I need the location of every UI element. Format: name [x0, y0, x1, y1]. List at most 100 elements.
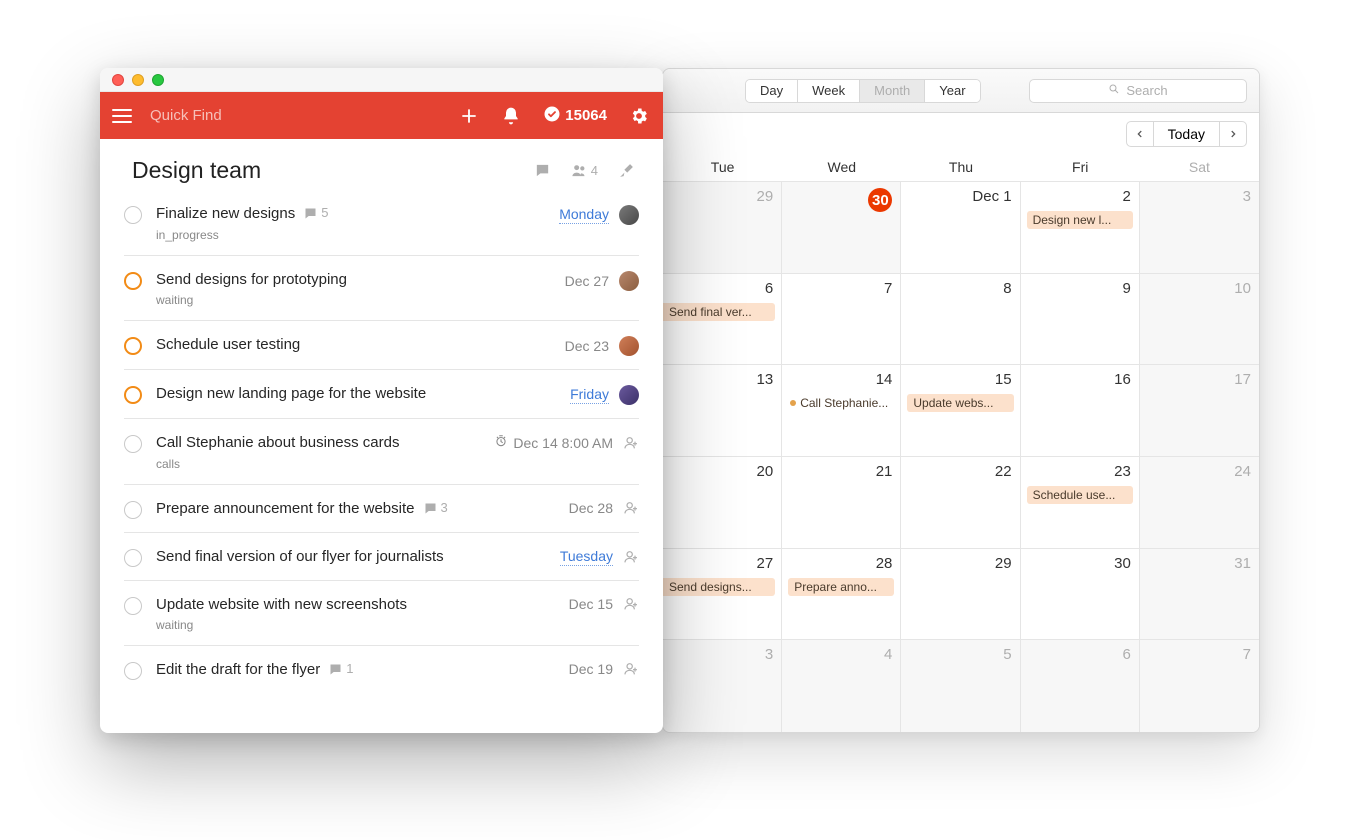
task-label[interactable]: in_progress — [156, 228, 545, 242]
view-day[interactable]: Day — [746, 80, 798, 102]
calendar-cell[interactable]: 31 — [1140, 549, 1259, 640]
task-date[interactable]: Dec 27 — [565, 273, 609, 289]
task-row[interactable]: Schedule user testingDec 23 — [124, 321, 639, 370]
task-checkbox[interactable] — [124, 662, 142, 680]
close-window-button[interactable] — [112, 74, 124, 86]
calendar-cell[interactable]: 29 — [663, 182, 782, 273]
calendar-cell[interactable]: 24 — [1140, 457, 1259, 548]
calendar-cell[interactable]: 16 — [1021, 365, 1140, 456]
calendar-event[interactable]: Call Stephanie... — [788, 394, 894, 412]
task-checkbox[interactable] — [124, 549, 142, 567]
calendar-cell[interactable]: 29 — [901, 549, 1020, 640]
task-row[interactable]: Design new landing page for the websiteF… — [124, 370, 639, 419]
prev-month-button[interactable] — [1126, 121, 1154, 147]
task-date[interactable]: Friday — [570, 386, 609, 404]
menu-icon[interactable] — [112, 109, 132, 123]
calendar-cell[interactable]: 3 — [1140, 182, 1259, 273]
task-comments[interactable]: 5 — [303, 205, 328, 222]
notifications-icon[interactable] — [501, 106, 521, 126]
calendar-cell[interactable]: 10 — [1140, 274, 1259, 365]
calendar-cell[interactable]: 9 — [1021, 274, 1140, 365]
calendar-event[interactable]: Design new l... — [1027, 211, 1133, 229]
task-row[interactable]: Update website with new screenshotswaiti… — [124, 581, 639, 647]
calendar-cell[interactable]: 6Send final ver... — [663, 274, 782, 365]
calendar-cell[interactable]: 8 — [901, 274, 1020, 365]
calendar-event[interactable]: Send designs... — [663, 578, 775, 596]
task-checkbox[interactable] — [124, 386, 142, 404]
project-comments-icon[interactable] — [534, 162, 551, 179]
assign-icon[interactable] — [623, 661, 639, 677]
calendar-cell[interactable]: 2Design new l... — [1021, 182, 1140, 273]
calendar-cell[interactable]: 14Call Stephanie... — [782, 365, 901, 456]
task-row[interactable]: Send final version of our flyer for jour… — [124, 533, 639, 581]
calendar-cell[interactable]: 7 — [782, 274, 901, 365]
task-row[interactable]: Send designs for prototypingwaitingDec 2… — [124, 256, 639, 322]
calendar-cell[interactable]: 21 — [782, 457, 901, 548]
task-comments[interactable]: 1 — [328, 661, 353, 678]
quick-find-input[interactable]: Quick Find — [144, 107, 447, 124]
assign-icon[interactable] — [623, 596, 639, 612]
minimize-window-button[interactable] — [132, 74, 144, 86]
next-month-button[interactable] — [1219, 121, 1247, 147]
calendar-cell[interactable]: 22 — [901, 457, 1020, 548]
calendar-cell[interactable]: 27Send designs... — [663, 549, 782, 640]
calendar-cell[interactable]: 17 — [1140, 365, 1259, 456]
calendar-event[interactable]: Prepare anno... — [788, 578, 894, 596]
assignee-avatar[interactable] — [619, 205, 639, 225]
calendar-cell[interactable]: 6 — [1021, 640, 1140, 732]
view-month[interactable]: Month — [860, 80, 925, 102]
task-row[interactable]: Finalize new designs5in_progressMonday — [124, 198, 639, 256]
calendar-cell[interactable]: 30 — [782, 182, 901, 273]
assign-icon[interactable] — [623, 549, 639, 565]
task-date[interactable]: Dec 15 — [569, 596, 613, 612]
calendar-event[interactable]: Update webs... — [907, 394, 1013, 412]
task-label[interactable]: waiting — [156, 618, 555, 632]
calendar-search[interactable]: Search — [1029, 79, 1247, 103]
calendar-cell[interactable]: 20 — [663, 457, 782, 548]
task-date[interactable]: Dec 28 — [569, 500, 613, 516]
task-date[interactable]: Dec 19 — [569, 661, 613, 677]
calendar-event[interactable]: Send final ver... — [663, 303, 775, 321]
calendar-cell[interactable]: 3 — [663, 640, 782, 732]
task-date[interactable]: Dec 14 8:00 AM — [494, 434, 613, 451]
calendar-cell[interactable]: 13 — [663, 365, 782, 456]
today-button[interactable]: Today — [1154, 121, 1219, 147]
task-checkbox[interactable] — [124, 206, 142, 224]
calendar-cell[interactable]: 30 — [1021, 549, 1140, 640]
view-week[interactable]: Week — [798, 80, 860, 102]
task-date[interactable]: Monday — [559, 206, 609, 224]
task-row[interactable]: Prepare announcement for the website3Dec… — [124, 485, 639, 533]
task-checkbox[interactable] — [124, 435, 142, 453]
calendar-cell[interactable]: 28Prepare anno... — [782, 549, 901, 640]
karma-score[interactable]: 15064 — [543, 105, 607, 127]
task-checkbox[interactable] — [124, 272, 142, 290]
assign-icon[interactable] — [623, 500, 639, 516]
view-year[interactable]: Year — [925, 80, 979, 102]
task-checkbox[interactable] — [124, 597, 142, 615]
calendar-cell[interactable]: 23Schedule use... — [1021, 457, 1140, 548]
task-label[interactable]: calls — [156, 457, 480, 471]
project-people-icon[interactable]: 4 — [571, 162, 598, 179]
assignee-avatar[interactable] — [619, 385, 639, 405]
calendar-cell[interactable]: 5 — [901, 640, 1020, 732]
assign-icon[interactable] — [623, 435, 639, 451]
calendar-cell[interactable]: 7 — [1140, 640, 1259, 732]
task-label[interactable]: waiting — [156, 293, 551, 307]
task-checkbox[interactable] — [124, 337, 142, 355]
calendar-cell[interactable]: 4 — [782, 640, 901, 732]
settings-icon[interactable] — [629, 106, 649, 126]
calendar-cell[interactable]: 15Update webs... — [901, 365, 1020, 456]
calendar-cell[interactable]: Dec 1 — [901, 182, 1020, 273]
project-tools-icon[interactable] — [618, 162, 635, 179]
task-row[interactable]: Call Stephanie about business cardscalls… — [124, 419, 639, 485]
task-row[interactable]: Edit the draft for the flyer1Dec 19 — [124, 646, 639, 693]
task-checkbox[interactable] — [124, 501, 142, 519]
maximize-window-button[interactable] — [152, 74, 164, 86]
assignee-avatar[interactable] — [619, 271, 639, 291]
task-date[interactable]: Dec 23 — [565, 338, 609, 354]
calendar-event[interactable]: Schedule use... — [1027, 486, 1133, 504]
assignee-avatar[interactable] — [619, 336, 639, 356]
task-date[interactable]: Tuesday — [560, 548, 613, 566]
add-task-button[interactable] — [459, 106, 479, 126]
task-comments[interactable]: 3 — [423, 500, 448, 517]
